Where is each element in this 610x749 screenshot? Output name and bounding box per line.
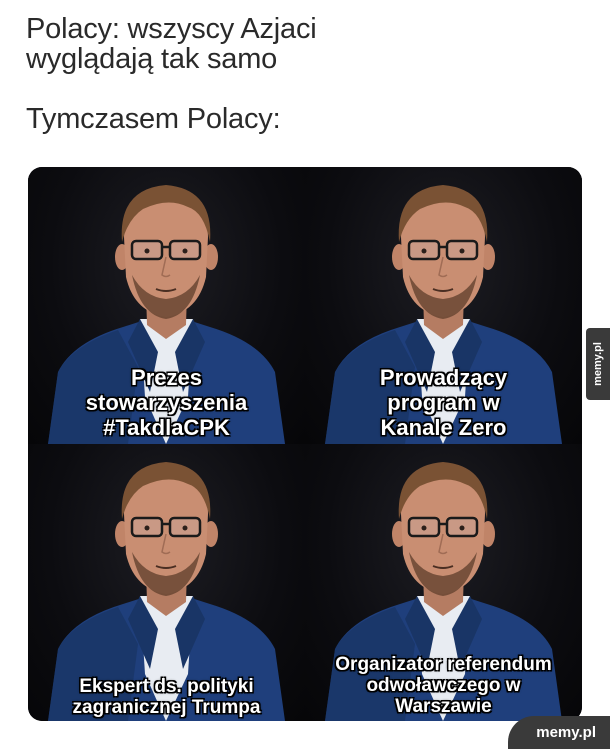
side-watermark: memy.pl bbox=[586, 328, 610, 400]
corner-watermark-text: memy.pl bbox=[536, 724, 596, 741]
tile-caption: Prowadzący program w Kanale Zero bbox=[379, 365, 508, 440]
photo-tile-2: Prowadzący program w Kanale Zero bbox=[305, 167, 582, 444]
photo-tile-4: Organizator referendum odwoławczego w Wa… bbox=[305, 444, 582, 721]
caption-bottom: Tymczasem Polacy: bbox=[26, 103, 281, 135]
tile-caption: Prezes stowarzyszenia #TakdlaCPK bbox=[85, 365, 248, 440]
photo-tile-3: Ekspert ds. polityki zagranicznej Trumpa bbox=[28, 444, 305, 721]
corner-watermark: memy.pl bbox=[508, 716, 610, 749]
tile-caption: Organizator referendum odwoławczego w Wa… bbox=[335, 654, 552, 717]
caption-top: Polacy: wszyscy Azjaci wyglądają tak sam… bbox=[26, 13, 317, 75]
tile-caption: Ekspert ds. polityki zagranicznej Trumpa bbox=[72, 676, 261, 718]
photo-grid: Prezes stowarzyszenia #TakdlaCPK Prowadz… bbox=[28, 167, 582, 721]
photo-tile-1: Prezes stowarzyszenia #TakdlaCPK bbox=[28, 167, 305, 444]
side-watermark-text: memy.pl bbox=[592, 342, 604, 386]
